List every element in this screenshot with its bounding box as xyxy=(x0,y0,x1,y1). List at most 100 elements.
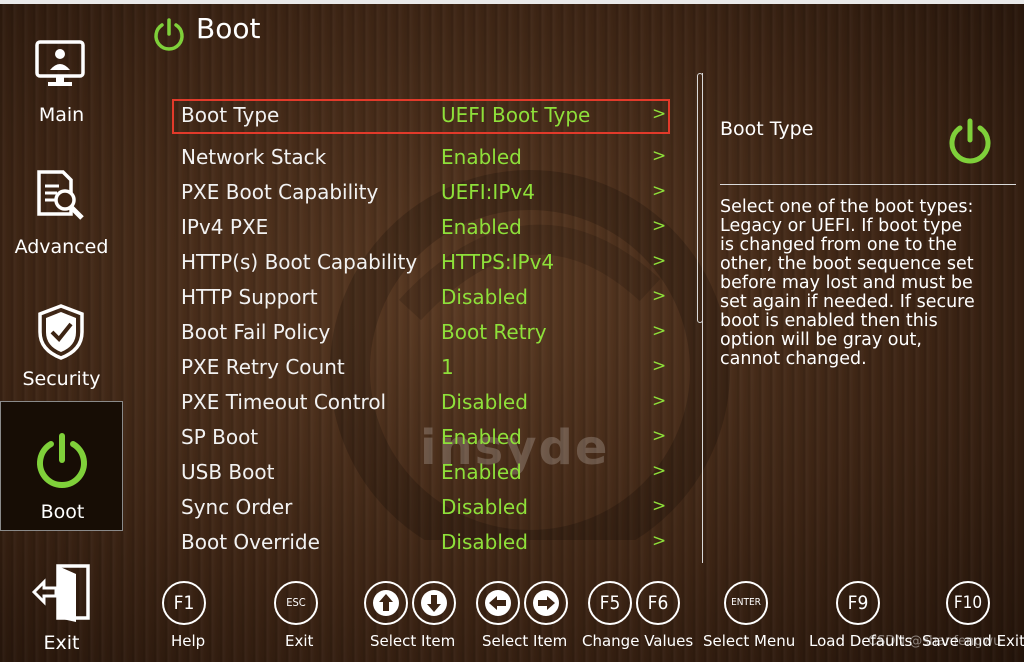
chevron-right-icon: > xyxy=(652,181,667,201)
setting-value: UEFI Boot Type xyxy=(441,103,591,127)
right-arrow-icon xyxy=(524,581,568,625)
top-border xyxy=(0,0,1024,4)
setting-value: Disabled xyxy=(441,390,528,414)
setting-value: Enabled xyxy=(441,215,522,239)
chevron-right-icon: > xyxy=(652,286,667,306)
chevron-right-icon: > xyxy=(652,391,667,411)
setting-value: Enabled xyxy=(441,460,522,484)
sidebar-item-main[interactable]: Main xyxy=(0,36,123,136)
key-f10: F10 xyxy=(946,581,990,625)
power-icon xyxy=(37,433,87,489)
setting-value: HTTPS:IPv4 xyxy=(441,250,555,274)
up-arrow-icon xyxy=(364,581,408,625)
setting-value: Boot Retry xyxy=(441,320,547,344)
chevron-right-icon: > xyxy=(652,146,667,166)
setting-label: Boot Fail Policy xyxy=(181,320,331,344)
setting-value: UEFI:IPv4 xyxy=(441,180,535,204)
help-line: is changed from one to the xyxy=(720,235,957,255)
chevron-right-icon: > xyxy=(652,321,667,341)
key-label: Select Item xyxy=(482,632,568,650)
setting-value: Disabled xyxy=(441,285,528,309)
setting-label: Boot Override xyxy=(181,530,320,554)
setting-value: Disabled xyxy=(441,495,528,519)
page-title: Boot xyxy=(196,12,261,45)
key-label: Exit xyxy=(285,632,314,650)
setting-label: PXE Timeout Control xyxy=(181,390,387,414)
watermark-text: CSDN @shanfengwu xyxy=(868,634,1002,649)
setting-label: USB Boot xyxy=(181,460,275,484)
chevron-right-icon: > xyxy=(652,216,667,236)
document-search-icon xyxy=(37,170,84,220)
help-line: option will be gray out, xyxy=(720,330,922,350)
setting-label: IPv4 PXE xyxy=(181,215,269,239)
setting-row-sp-boot[interactable]: SP Boot Enabled > xyxy=(172,421,670,456)
help-line: before may lost and must be xyxy=(720,273,973,293)
setting-label: Network Stack xyxy=(181,145,327,169)
setting-label: SP Boot xyxy=(181,425,259,449)
setting-row-pxe-boot-capability[interactable]: PXE Boot Capability UEFI:IPv4 > xyxy=(172,176,670,211)
key-f1: F1 xyxy=(162,581,206,625)
help-description: Select one of the boot types: Legacy or … xyxy=(720,198,1010,369)
key-esc: ESC xyxy=(274,581,318,625)
setting-row-ipv4-pxe[interactable]: IPv4 PXE Enabled > xyxy=(172,211,670,246)
help-divider xyxy=(720,184,1016,185)
setting-value: Enabled xyxy=(441,145,522,169)
setting-row-pxe-timeout-control[interactable]: PXE Timeout Control Disabled > xyxy=(172,386,670,421)
help-line: other, the boot sequence set xyxy=(720,254,974,274)
power-icon xyxy=(154,18,184,51)
setting-row-boot-type[interactable]: Boot Type UEFI Boot Type > xyxy=(172,99,670,134)
key-label: Change Values xyxy=(582,632,694,650)
left-arrow-icon xyxy=(476,581,520,625)
shield-check-icon xyxy=(38,304,84,360)
sidebar-item-label: Main xyxy=(38,104,85,126)
power-icon xyxy=(949,118,991,164)
help-line: Legacy or UEFI. If boot type xyxy=(720,216,963,236)
help-line: cannot changed. xyxy=(720,349,867,369)
help-line: Select one of the boot types: xyxy=(720,197,974,217)
setting-row-http-support[interactable]: HTTP Support Disabled > xyxy=(172,281,670,316)
sidebar-item-security[interactable]: Security xyxy=(0,302,123,400)
setting-row-network-stack[interactable]: Network Stack Enabled > xyxy=(172,141,670,176)
bios-setup-screen: insyde Main Advanced Security Boot Exit … xyxy=(0,0,1024,662)
sidebar-item-exit[interactable]: Exit xyxy=(0,562,123,660)
chevron-right-icon: > xyxy=(652,356,667,376)
setting-label: Boot Type xyxy=(181,103,280,127)
help-title: Boot Type xyxy=(720,118,814,140)
key-f5: F5 xyxy=(588,581,632,625)
chevron-right-icon: > xyxy=(652,104,667,124)
help-line: set again if needed. If secure xyxy=(720,292,975,312)
setting-label: PXE Boot Capability xyxy=(181,180,379,204)
setting-label: Sync Order xyxy=(181,495,293,519)
key-f6: F6 xyxy=(636,581,680,625)
chevron-right-icon: > xyxy=(652,251,667,271)
setting-value: 1 xyxy=(441,355,454,379)
key-label: Help xyxy=(171,632,206,650)
exit-door-icon xyxy=(31,564,90,622)
chevron-right-icon: > xyxy=(652,461,667,481)
setting-row-boot-override[interactable]: Boot Override Disabled > xyxy=(172,526,670,561)
setting-label: HTTP(s) Boot Capability xyxy=(181,250,418,274)
sidebar-item-label: Security xyxy=(22,368,101,390)
key-enter: ENTER xyxy=(724,581,768,625)
setting-row-pxe-retry-count[interactable]: PXE Retry Count 1 > xyxy=(172,351,670,386)
sidebar-item-boot[interactable]: Boot xyxy=(0,401,123,531)
chevron-right-icon: > xyxy=(652,531,667,551)
sidebar-item-label: Advanced xyxy=(14,236,109,258)
sidebar-item-label: Boot xyxy=(40,501,85,523)
setting-row-usb-boot[interactable]: USB Boot Enabled > xyxy=(172,456,670,491)
key-label: Select Item xyxy=(370,632,456,650)
setting-row-https-boot-capability[interactable]: HTTP(s) Boot Capability HTTPS:IPv4 > xyxy=(172,246,670,281)
setting-row-sync-order[interactable]: Sync Order Disabled > xyxy=(172,491,670,526)
setting-row-boot-fail-policy[interactable]: Boot Fail Policy Boot Retry > xyxy=(172,316,670,351)
key-label: Select Menu xyxy=(703,632,796,650)
monitor-user-icon xyxy=(35,40,85,86)
setting-label: PXE Retry Count xyxy=(181,355,345,379)
setting-value: Enabled xyxy=(441,425,522,449)
setting-label: HTTP Support xyxy=(181,285,318,309)
scrollbar-thumb[interactable] xyxy=(697,73,703,323)
key-f9: F9 xyxy=(836,581,880,625)
sidebar-item-advanced[interactable]: Advanced xyxy=(0,168,123,268)
sidebar-item-label: Exit xyxy=(43,632,80,654)
chevron-right-icon: > xyxy=(652,496,667,516)
setting-value: Disabled xyxy=(441,530,528,554)
